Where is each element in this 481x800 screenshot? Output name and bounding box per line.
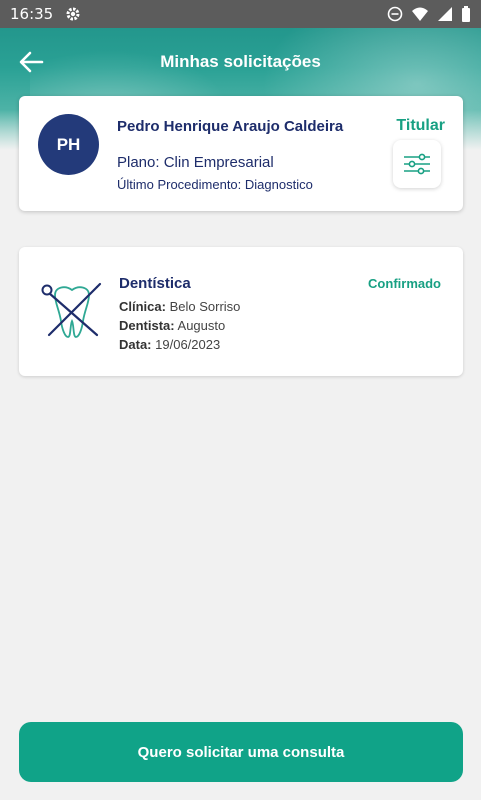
- clinic-label: Clínica:: [119, 299, 166, 314]
- profile-card: PH Pedro Henrique Araujo Caldeira Titula…: [19, 96, 463, 211]
- profile-name: Pedro Henrique Araujo Caldeira: [117, 118, 344, 135]
- dentist-label: Dentista:: [119, 318, 175, 333]
- filter-button[interactable]: [393, 140, 441, 188]
- request-title: Dentística: [119, 275, 191, 292]
- signal-icon: [438, 7, 452, 21]
- request-consultation-button[interactable]: Quero solicitar uma consulta: [19, 722, 463, 782]
- page-title: Minhas solicitações: [160, 52, 321, 71]
- do-not-disturb-icon: [387, 6, 403, 22]
- back-arrow-icon[interactable]: [18, 50, 44, 74]
- request-date: Data: 19/06/2023: [119, 337, 220, 352]
- request-status-badge: Confirmado: [368, 276, 441, 291]
- clinic-value: Belo Sorriso: [169, 299, 241, 314]
- app-bar: Minhas solicitações: [0, 40, 481, 84]
- avatar: PH: [38, 114, 99, 175]
- date-value: 19/06/2023: [155, 337, 221, 352]
- date-label: Data:: [119, 337, 152, 352]
- wifi-icon: [412, 7, 428, 21]
- profile-plan: Plano: Clin Empresarial: [117, 154, 274, 171]
- status-bar: 16:35: [0, 0, 481, 28]
- titular-badge: Titular: [396, 117, 445, 134]
- battery-icon: [462, 6, 470, 22]
- avatar-initials: PH: [56, 134, 81, 154]
- request-dentist: Dentista: Augusto: [119, 318, 225, 333]
- status-time: 16:35: [10, 5, 54, 23]
- dentist-value: Augusto: [177, 318, 226, 333]
- profile-last-procedure: Último Procedimento: Diagnostico: [117, 177, 313, 192]
- request-card[interactable]: Dentística Confirmado Clínica: Belo Sorr…: [19, 247, 463, 376]
- settings-gear-icon: [66, 7, 80, 21]
- filter-sliders-icon: [404, 153, 430, 175]
- dental-tools-icon: [41, 282, 102, 338]
- request-clinic: Clínica: Belo Sorriso: [119, 299, 240, 314]
